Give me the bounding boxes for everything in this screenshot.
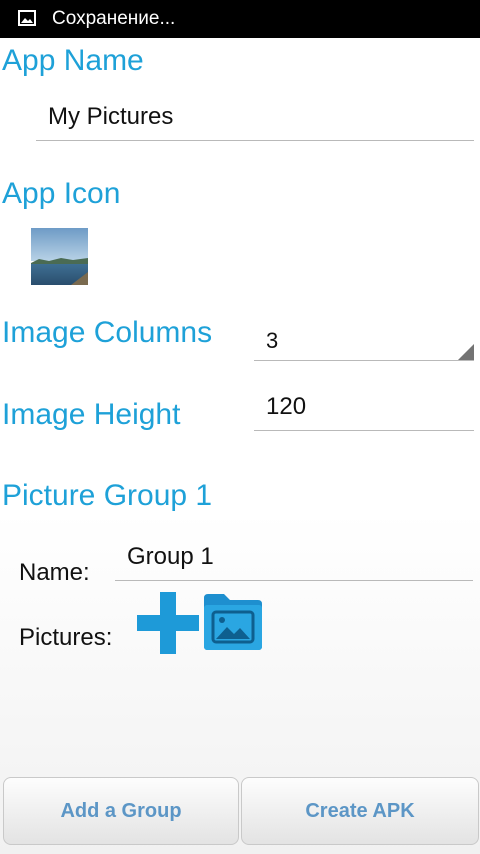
app-icon-heading: App Icon [2,177,121,210]
create-apk-button[interactable]: Create APK [241,777,479,845]
app-icon-image[interactable] [31,228,88,285]
add-picture-icon[interactable] [137,592,199,654]
app-name-field[interactable] [36,100,474,141]
image-columns-spinner[interactable]: 3 [254,322,474,361]
add-group-button[interactable]: Add a Group [3,777,239,845]
image-columns-label: Image Columns [2,316,213,349]
pictures-label: Pictures: [19,624,113,651]
status-title: Сохранение... [52,8,176,29]
group-name-field[interactable] [115,540,473,581]
app-name-input[interactable] [48,103,468,131]
image-height-label: Image Height [2,398,181,431]
status-bar: Сохранение... [0,0,480,38]
image-height-field[interactable] [254,390,474,431]
image-columns-value: 3 [266,328,279,353]
gallery-folder-icon[interactable] [202,592,264,652]
image-height-input[interactable] [266,393,466,421]
group-name-input[interactable] [127,543,467,571]
spinner-arrow-icon [458,344,474,360]
app-name-heading: App Name [2,44,144,77]
picture-group-heading: Picture Group 1 [2,479,213,512]
group-name-label: Name: [19,559,90,586]
image-notification-icon [18,10,36,26]
